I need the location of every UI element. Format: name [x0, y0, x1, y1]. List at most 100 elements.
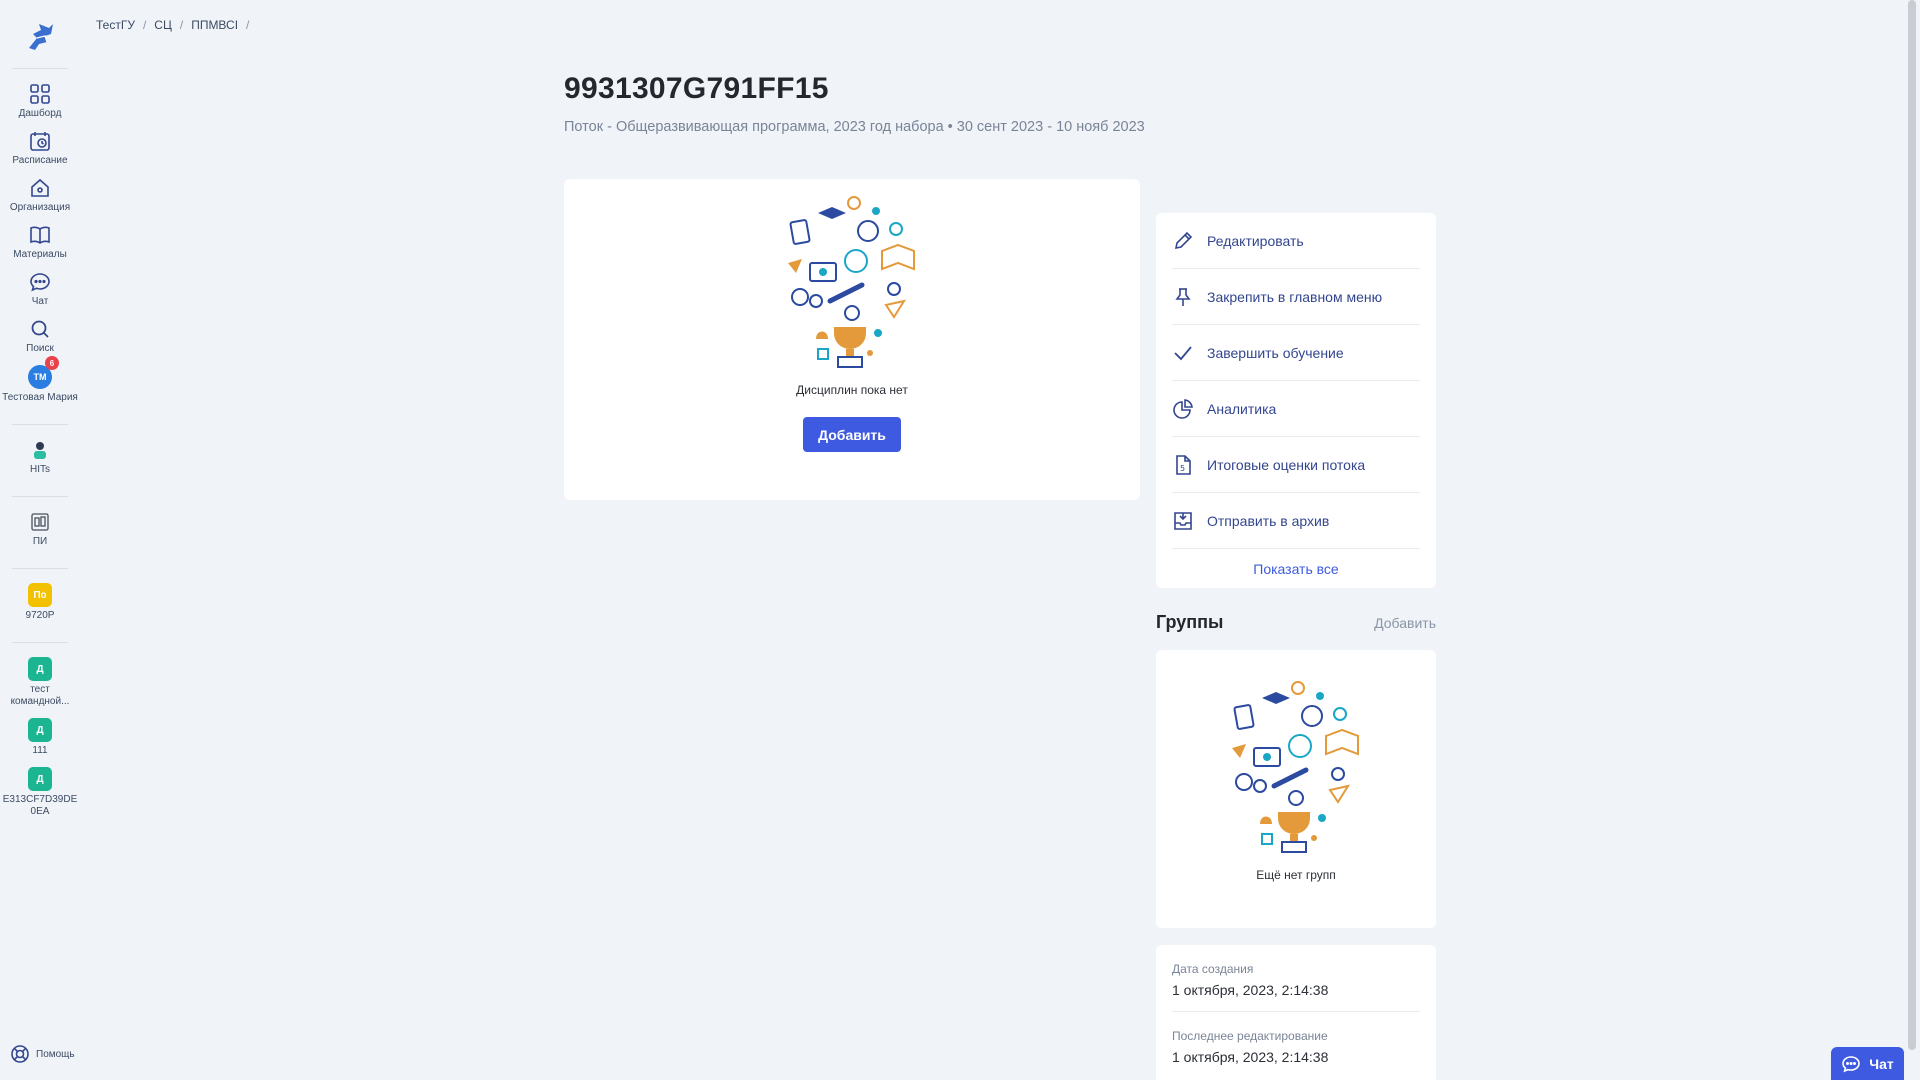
groups-card: Ещё нет групп [1156, 650, 1436, 928]
avatar-initials: ТМ [33, 372, 47, 382]
action-label: Закрепить в главном меню [1207, 288, 1383, 305]
sidebar-item-hits[interactable]: HITs [0, 435, 80, 482]
archive-action[interactable]: Отправить в архив [1172, 493, 1420, 549]
edited-value: 1 октября, 2023, 2:14:38 [1172, 1049, 1329, 1065]
page-subtitle: Поток - Общеразвивающая программа, 2023 … [564, 119, 1145, 135]
sidebar-item-dashboard[interactable]: Дашборд [0, 79, 80, 126]
final-grades-action[interactable]: 5 Итоговые оценки потока [1172, 437, 1420, 493]
archive-icon [1174, 511, 1192, 530]
breadcrumb-separator: / [179, 18, 184, 32]
sidebar-item-label: E313CF7D39DE0EA [2, 794, 78, 817]
breadcrumb-separator: / [246, 18, 250, 32]
help-button[interactable]: Помощь [10, 1044, 75, 1064]
breadcrumb-link[interactable]: СЦ [154, 18, 172, 32]
sidebar-org-item[interactable]: Д 111 [0, 714, 80, 763]
groups-heading: Группы [1156, 612, 1224, 632]
action-label: Редактировать [1207, 232, 1304, 249]
sidebar-org-item[interactable]: По 9720P [0, 579, 80, 628]
org-avatar: Д [28, 657, 52, 681]
sidebar-item-label: Материалы [13, 249, 67, 260]
dashboard-icon [30, 84, 50, 104]
org-avatar: Д [28, 767, 52, 791]
breadcrumb: ТестГУ / СЦ / ППМВСI / [96, 18, 249, 32]
page-title: 9931307G791FF15 [564, 72, 829, 105]
sidebar-divider [12, 568, 68, 569]
action-label: Итоговые оценки потока [1207, 456, 1366, 473]
created-label: Дата создания [1172, 962, 1254, 976]
check-icon [1174, 345, 1192, 360]
sidebar-item-chat[interactable]: Чат [0, 267, 80, 314]
meta-card: Дата создания 1 октября, 2023, 2:14:38 П… [1156, 945, 1436, 1080]
search-icon [31, 320, 49, 338]
action-label: Завершить обучение [1207, 344, 1344, 361]
add-discipline-button[interactable]: Добавить [803, 417, 901, 452]
sidebar-item-materials[interactable]: Материалы [0, 220, 80, 267]
education-illustration-icon [788, 196, 915, 368]
education-illustration-icon [1232, 681, 1359, 853]
sidebar-org-item[interactable]: Д E313CF7D39DE0EA [0, 763, 80, 824]
org-avatar: Д [28, 718, 52, 742]
sidebar-item-label: 111 [32, 745, 48, 756]
sidebar-divider [12, 424, 68, 425]
organization-icon [31, 178, 49, 197]
document-grid-icon [31, 513, 49, 531]
edited-info: Последнее редактирование 1 октября, 2023… [1172, 1012, 1420, 1078]
disciplines-card: Дисциплин пока нет Добавить [564, 179, 1140, 500]
breadcrumb-link[interactable]: ППМВСI [191, 18, 238, 32]
avatar: ТМ 6 [28, 356, 59, 389]
actions-card: Редактировать Закрепить в главном меню З… [1156, 213, 1436, 588]
sidebar-item-label: Тестовая Мария [2, 392, 78, 403]
sidebar-item-schedule[interactable]: Расписание [0, 126, 80, 173]
chat-bubble-icon [1842, 1055, 1861, 1072]
chat-fab-button[interactable]: Чат [1831, 1047, 1904, 1080]
svg-text:5: 5 [1180, 464, 1185, 473]
chat-fab-label: Чат [1869, 1055, 1894, 1072]
sidebar-item-label: тест командной... [10, 684, 70, 707]
sidebar-item-label: Дашборд [18, 108, 62, 119]
sidebar-item-label: ПИ [32, 536, 48, 547]
sidebar-item-label: Организация [9, 202, 71, 213]
analytics-action[interactable]: Аналитика [1172, 381, 1420, 437]
chat-icon [30, 273, 50, 292]
pencil-icon [1174, 231, 1193, 249]
help-label: Помощь [36, 1048, 75, 1060]
sidebar-item-pi[interactable]: ПИ [0, 507, 80, 554]
pie-chart-icon [1173, 398, 1193, 419]
university-logo-icon[interactable] [23, 20, 57, 54]
org-avatar: По [28, 583, 52, 607]
page-scrollbar[interactable] [1908, 0, 1916, 1050]
action-label: Отправить в архив [1207, 512, 1330, 529]
sidebar-item-organization[interactable]: Организация [0, 173, 80, 220]
sidebar-item-label: Поиск [26, 343, 54, 354]
sidebar-item-label: HITs [30, 464, 50, 475]
empty-state-text: Ещё нет групп [1256, 868, 1336, 882]
show-all-link[interactable]: Показать все [1172, 549, 1420, 589]
sidebar-item-label: Чат [31, 296, 49, 307]
sidebar-item-profile[interactable]: ТМ 6 Тестовая Мария [0, 356, 80, 410]
pin-action[interactable]: Закрепить в главном меню [1172, 269, 1420, 325]
notification-badge: 6 [45, 356, 59, 370]
hits-mascot-icon [34, 442, 46, 459]
sidebar-divider [12, 68, 68, 69]
sidebar-divider [12, 642, 68, 643]
sidebar: Дашборд Расписание Организация Материалы… [0, 0, 80, 1080]
materials-icon [30, 226, 50, 244]
sidebar-item-label: Расписание [12, 155, 68, 166]
document-grade-icon: 5 [1176, 454, 1191, 475]
action-label: Аналитика [1207, 400, 1277, 417]
breadcrumb-separator: / [142, 18, 147, 32]
edit-action[interactable]: Редактировать [1172, 213, 1420, 269]
sidebar-org-item[interactable]: Д тест командной... [0, 653, 80, 714]
breadcrumb-link[interactable]: ТестГУ [96, 18, 135, 32]
sidebar-item-label: 9720P [25, 610, 55, 621]
created-value: 1 октября, 2023, 2:14:38 [1172, 982, 1329, 998]
sidebar-item-search[interactable]: Поиск [0, 314, 80, 361]
sidebar-divider [12, 496, 68, 497]
complete-training-action[interactable]: Завершить обучение [1172, 325, 1420, 381]
created-info: Дата создания 1 октября, 2023, 2:14:38 [1172, 945, 1420, 1012]
edited-label: Последнее редактирование [1172, 1029, 1328, 1043]
lifebuoy-icon [11, 1045, 29, 1063]
schedule-icon [30, 132, 50, 151]
add-group-link[interactable]: Добавить [1368, 615, 1436, 631]
pin-icon [1175, 287, 1191, 306]
